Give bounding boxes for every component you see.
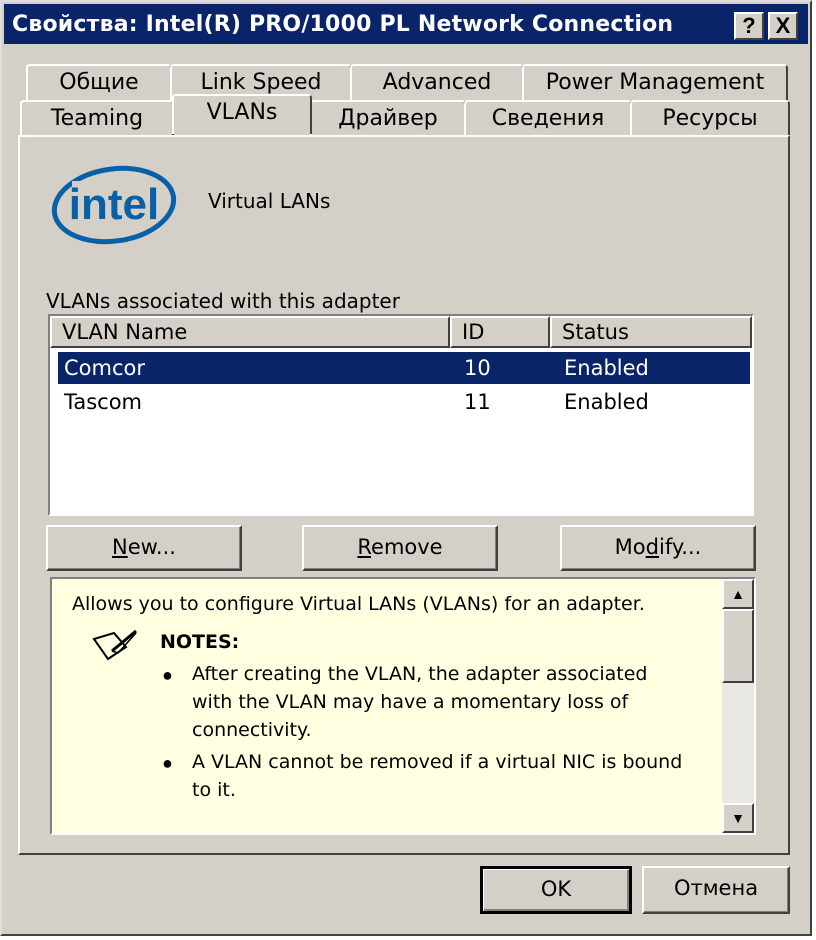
new-vlan-button[interactable]: New... [46, 525, 242, 571]
help-button[interactable]: ? [734, 12, 764, 40]
column-header-status[interactable]: Status [550, 316, 752, 348]
note-line: connectivity. [192, 719, 312, 741]
vlan-id-cell: 10 [464, 356, 491, 380]
ok-button[interactable]: OK [480, 866, 632, 914]
note-icon [92, 629, 137, 661]
tab-label: Advanced [382, 70, 492, 95]
vlan-list-caption: VLANs associated with this adapter [46, 289, 400, 313]
section-title: Virtual LANs [208, 189, 331, 213]
tab-power-management[interactable]: Power Management [522, 64, 788, 102]
button-text: ew... [127, 535, 176, 559]
note-line: with the VLAN may have a momentary loss … [192, 691, 629, 713]
help-pane[interactable]: Allows you to configure Virtual LANs (VL… [50, 577, 756, 835]
vlan-row[interactable]: Tascom 11 Enabled [58, 386, 750, 418]
tab-advanced[interactable]: Advanced [350, 64, 524, 102]
tab-general[interactable]: Общие [26, 64, 172, 102]
tab-panel-vlans: intel Virtual LANs VLANs associated with… [18, 135, 790, 855]
tab-label: Драйвер [338, 106, 438, 131]
window-title: Свойства: Intel(R) PRO/1000 PL Network C… [12, 12, 674, 37]
tab-label: Power Management [545, 70, 765, 95]
note-line: After creating the VLAN, the adapter ass… [192, 663, 648, 685]
cancel-button[interactable]: Отмена [642, 866, 790, 914]
note-line: to it. [192, 779, 236, 801]
scroll-up-icon[interactable]: ▲ [722, 579, 754, 609]
vlan-name-cell: Comcor [64, 356, 145, 380]
vlan-name-cell: Tascom [64, 390, 143, 414]
scroll-down-icon[interactable]: ▼ [722, 803, 754, 833]
vlan-row[interactable]: Comcor 10 Enabled [58, 352, 750, 384]
tab-vlans[interactable]: VLANs [172, 94, 312, 134]
remove-vlan-button[interactable]: Remove [302, 525, 498, 571]
vlan-id-cell: 11 [464, 390, 491, 414]
help-intro: Allows you to configure Virtual LANs (VL… [72, 593, 645, 615]
tab-label: Сведения [491, 106, 605, 131]
vlan-status-cell: Enabled [564, 356, 649, 380]
button-mnemonic: R [357, 535, 372, 559]
bullet-icon: ● [162, 753, 173, 773]
tab-resources[interactable]: Ресурсы [630, 100, 790, 137]
column-header-id[interactable]: ID [450, 316, 550, 348]
close-button[interactable]: X [768, 12, 798, 40]
column-header-name[interactable]: VLAN Name [50, 316, 450, 348]
tab-label: Общие [59, 70, 139, 95]
intel-logo: intel [51, 165, 177, 245]
properties-dialog: Свойства: Intel(R) PRO/1000 PL Network C… [0, 0, 812, 936]
tab-driver[interactable]: Драйвер [310, 100, 466, 137]
button-mnemonic: N [112, 535, 128, 559]
bullet-icon: ● [162, 665, 173, 685]
tab-label: Ресурсы [662, 106, 758, 131]
modify-vlan-button[interactable]: Modify... [560, 525, 756, 571]
tab-teaming[interactable]: Teaming [20, 100, 174, 137]
help-scrollbar[interactable]: ▲ ▼ [722, 579, 754, 833]
notes-heading: NOTES: [160, 631, 240, 653]
scroll-thumb[interactable] [722, 609, 754, 683]
button-text: Mo [614, 535, 646, 559]
note-line: A VLAN cannot be removed if a virtual NI… [192, 751, 683, 773]
title-bar[interactable]: Свойства: Intel(R) PRO/1000 PL Network C… [4, 4, 808, 44]
vlan-status-cell: Enabled [564, 390, 649, 414]
button-text: emove [371, 535, 443, 559]
button-mnemonic: d [645, 535, 659, 559]
vlan-list[interactable]: VLAN Name ID Status Comcor 10 Enabled Ta… [48, 314, 754, 516]
intel-logo-text: intel [69, 180, 159, 229]
tab-label: Teaming [50, 106, 144, 131]
button-text: ify... [658, 535, 702, 559]
tab-label: VLANs [206, 100, 278, 125]
tab-details[interactable]: Сведения [464, 100, 632, 137]
